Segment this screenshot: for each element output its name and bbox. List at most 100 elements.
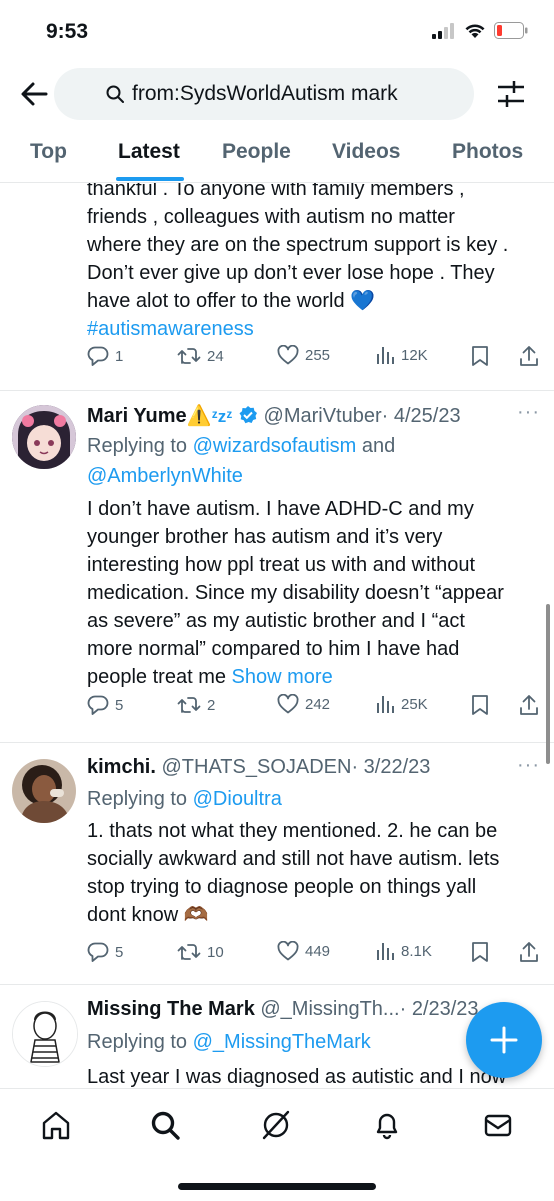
avatar[interactable] — [12, 759, 76, 823]
scrollbar[interactable] — [546, 604, 550, 764]
hashtag-link[interactable]: #autismawareness — [87, 315, 542, 343]
tweet[interactable]: kimchi. @THATS_SOJADEN· 3/22/23 ··· Repl… — [0, 743, 554, 985]
search-nav-icon[interactable] — [149, 1109, 181, 1141]
display-name[interactable]: Missing The Mark — [87, 998, 255, 1020]
views-button[interactable]: 12K — [375, 345, 428, 365]
replying-to: Replying to @_MissingTheMark — [87, 1031, 371, 1053]
tab-photos[interactable]: Photos — [452, 140, 523, 164]
handle[interactable]: @_MissingTh... — [260, 998, 399, 1020]
tab-videos[interactable]: Videos — [332, 140, 400, 164]
views-chart-icon — [377, 347, 394, 364]
home-indicator — [178, 1183, 376, 1190]
home-icon[interactable] — [40, 1109, 72, 1141]
views-chart-icon — [377, 696, 394, 713]
share-icon[interactable] — [519, 941, 539, 963]
cellular-signal-icon — [432, 22, 454, 39]
search-results-feed[interactable]: thankful . To anyone with family members… — [0, 183, 554, 1087]
reply-icon — [87, 695, 109, 715]
views-button[interactable]: 25K — [375, 694, 428, 714]
reply-button[interactable]: 5 — [87, 694, 123, 716]
search-query: from:SydsWorldAutism mark — [132, 82, 398, 105]
tab-latest[interactable]: Latest — [118, 140, 180, 164]
search-filter-icon[interactable] — [496, 78, 526, 110]
like-button[interactable]: 449 — [277, 941, 330, 961]
verified-badge-icon — [239, 406, 257, 424]
heart-icon — [277, 345, 299, 365]
retweet-button[interactable]: 2 — [177, 694, 215, 716]
handle[interactable]: @MariVtuber — [264, 405, 382, 427]
retweet-icon — [177, 944, 201, 960]
search-tabs: Top Latest People Videos Photos — [0, 130, 554, 183]
mention-link[interactable]: @AmberlynWhite — [87, 465, 243, 487]
reply-button[interactable]: 1 — [87, 345, 123, 367]
avatar-image — [13, 1002, 77, 1066]
mention-link[interactable]: @wizardsofautism — [193, 435, 357, 457]
warning-emoji: ⚠️ — [186, 405, 212, 427]
retweet-icon — [177, 348, 201, 364]
replying-to: Replying to @Dioultra — [87, 788, 282, 810]
tweet[interactable]: thankful . To anyone with family members… — [0, 183, 554, 391]
tweet-actions: 5 2 242 25K — [87, 694, 542, 724]
retweet-icon — [177, 697, 201, 713]
avatar[interactable] — [12, 405, 76, 469]
display-name[interactable]: kimchi. — [87, 756, 156, 778]
bookmark-icon[interactable] — [470, 694, 490, 716]
battery-low-icon — [494, 22, 528, 39]
grok-icon[interactable] — [260, 1109, 292, 1141]
replying-to: Replying to @wizardsofautism and @Amberl… — [87, 435, 396, 487]
show-more-link[interactable]: Show more — [232, 666, 333, 688]
status-bar: 9:53 — [0, 0, 554, 60]
share-icon[interactable] — [519, 345, 539, 367]
tweet-header: Mari Yume⚠️ᶻzᶻ @MariVtuber· 4/25/23 — [87, 403, 532, 428]
notifications-bell-icon[interactable] — [371, 1109, 403, 1141]
search-input[interactable]: from:SydsWorldAutism mark — [54, 68, 474, 120]
retweet-button[interactable]: 10 — [177, 941, 224, 963]
tweet-text: 1. thats not what they mentioned. 2. he … — [87, 820, 500, 926]
tweet[interactable]: Mari Yume⚠️ᶻzᶻ @MariVtuber· 4/25/23 ··· … — [0, 391, 554, 743]
search-header: from:SydsWorldAutism mark — [0, 60, 554, 130]
heart-icon — [277, 941, 299, 961]
avatar[interactable] — [12, 1001, 78, 1067]
reply-icon — [87, 346, 109, 366]
search-icon — [106, 85, 124, 103]
back-arrow-icon[interactable] — [18, 78, 50, 110]
wifi-icon — [465, 23, 485, 38]
mention-link[interactable]: @Dioultra — [193, 788, 282, 810]
display-name[interactable]: Mari Yume — [87, 405, 187, 427]
bookmark-icon[interactable] — [470, 941, 490, 963]
messages-envelope-icon[interactable] — [482, 1109, 514, 1141]
handle[interactable]: @THATS_SOJADEN — [161, 756, 351, 778]
tweet-date: · 4/25/23 — [381, 405, 461, 427]
tweet-text: thankful . To anyone with family members… — [87, 183, 542, 343]
views-chart-icon — [377, 943, 394, 960]
tab-top[interactable]: Top — [30, 140, 67, 164]
tweet-header: kimchi. @THATS_SOJADEN· 3/22/23 — [87, 756, 532, 779]
bookmark-icon[interactable] — [470, 345, 490, 367]
avatar-image — [12, 759, 76, 823]
mention-link[interactable]: @_MissingTheMark — [193, 1031, 371, 1053]
tweet-actions: 5 10 449 8.1K — [87, 941, 542, 971]
tab-people[interactable]: People — [222, 140, 291, 164]
status-icons — [432, 22, 528, 39]
status-time: 9:53 — [46, 20, 89, 43]
like-button[interactable]: 242 — [277, 694, 330, 714]
avatar-image — [12, 405, 76, 469]
compose-button[interactable] — [466, 1002, 542, 1078]
plus-icon — [490, 1026, 518, 1054]
like-button[interactable]: 255 — [277, 345, 330, 365]
active-tab-indicator — [116, 177, 184, 181]
more-options-icon[interactable]: ··· — [517, 754, 540, 777]
heart-icon — [277, 694, 299, 714]
share-icon[interactable] — [519, 694, 539, 716]
heart-hands-emoji: 🫶🏾 — [183, 904, 209, 926]
reply-icon — [87, 942, 109, 962]
tweet-text: I don’t have autism. I have ADHD-C and m… — [87, 498, 504, 688]
retweet-button[interactable]: 24 — [177, 345, 224, 367]
more-options-icon[interactable]: ··· — [517, 401, 540, 424]
tweet-date: · 3/22/23 — [351, 756, 431, 778]
sleep-emoji: ᶻzᶻ — [211, 407, 233, 426]
views-button[interactable]: 8.1K — [375, 941, 432, 961]
reply-button[interactable]: 5 — [87, 941, 123, 963]
tweet-actions: 1 24 255 12K — [87, 345, 542, 375]
blue-heart-emoji: 💙 — [350, 290, 376, 312]
